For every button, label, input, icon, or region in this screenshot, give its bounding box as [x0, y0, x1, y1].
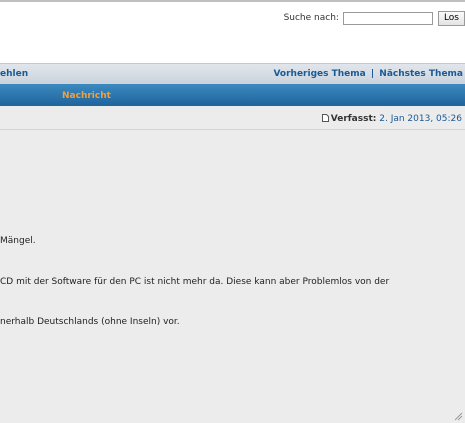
post-icon [321, 114, 329, 122]
post-date: 2. Jan 2013, 05:26 [379, 114, 462, 124]
search-area: Suche nach: Los [284, 10, 465, 26]
next-topic-link[interactable]: Nächstes Thema [379, 69, 463, 79]
topic-nav-bar: ehlen Vorheriges Thema | Nächstes Thema [0, 63, 465, 84]
posted-label: Verfasst: [330, 114, 377, 124]
nav-separator: | [370, 69, 375, 79]
post-line: nerhalb Deutschlands (ohne Inseln) vor. [0, 317, 180, 327]
table-header: Nachricht [0, 84, 465, 106]
resize-grip-icon[interactable] [453, 411, 463, 421]
post-line: Mängel. [0, 236, 36, 246]
previous-topic-link[interactable]: Vorheriges Thema [273, 69, 365, 79]
search-label: Suche nach: [283, 13, 339, 23]
nav-left-link[interactable]: ehlen [0, 69, 28, 79]
search-button[interactable]: Los [437, 10, 465, 26]
topic-nav-links: Vorheriges Thema | Nächstes Thema [273, 69, 463, 79]
post-line: CD mit der Software für den PC ist nicht… [0, 277, 390, 287]
meta-divider [0, 129, 465, 130]
top-border [0, 0, 465, 2]
message-column-header: Nachricht [62, 91, 111, 101]
post-meta: Verfasst: 2. Jan 2013, 05:26 [321, 114, 462, 124]
post-body: Verfasst: 2. Jan 2013, 05:26 Mängel. CD … [0, 106, 465, 423]
search-input[interactable] [342, 11, 433, 25]
